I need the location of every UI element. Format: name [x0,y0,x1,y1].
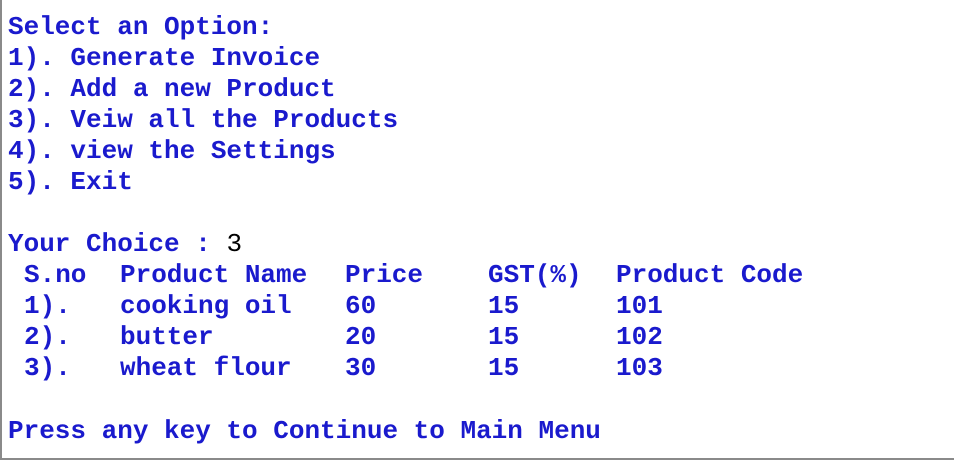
menu-title: Select an Option: [8,12,274,42]
menu-item-view-products: 3). Veiw all the Products [8,105,399,135]
row-gst: 15 [488,322,520,352]
header-sno: S.no [24,260,87,290]
header-gst: GST(%) [488,260,582,290]
row-product-name: butter [120,322,214,352]
header-product-name: Product Name [120,260,308,290]
row-sno: 3). [24,353,71,383]
continue-prompt: Press any key to Continue to Main Menu [8,416,601,446]
menu-item-generate-invoice: 1). Generate Invoice [8,43,321,73]
header-price: Price [345,260,424,290]
choice-input[interactable]: 3 [226,229,242,259]
row-product-name: cooking oil [120,291,292,321]
row-sno: 2). [24,322,71,352]
row-price: 20 [345,322,377,352]
row-product-code: 102 [616,322,663,352]
row-gst: 15 [488,291,520,321]
choice-line[interactable]: Your Choice : 3 [8,229,242,260]
row-gst: 15 [488,353,520,383]
row-price: 60 [345,291,377,321]
row-sno: 1). [24,291,71,321]
header-product-code: Product Code [616,260,804,290]
row-price: 30 [345,353,377,383]
console-window[interactable]: Select an Option: 1). Generate Invoice 2… [0,0,954,460]
menu-item-exit: 5). Exit [8,167,133,197]
row-product-code: 101 [616,291,663,321]
row-product-name: wheat flour [120,353,292,383]
choice-prompt: Your Choice : [8,229,227,259]
row-product-code: 103 [616,353,663,383]
menu-item-view-settings: 4). view the Settings [8,136,336,166]
menu-item-add-product: 2). Add a new Product [8,74,336,104]
